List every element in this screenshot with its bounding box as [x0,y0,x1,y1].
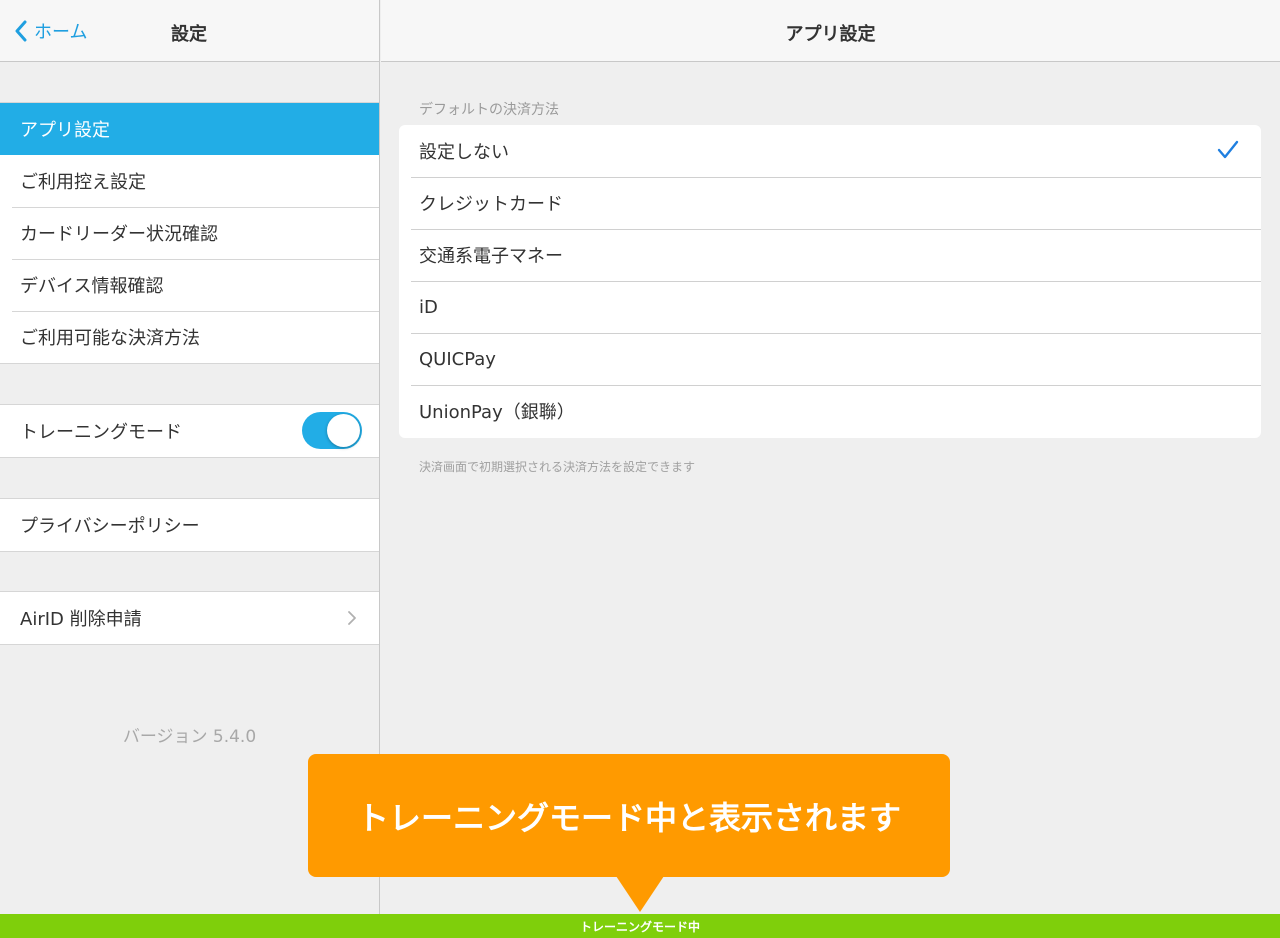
detail-title: アプリ設定 [785,24,876,45]
sidebar-title-text: 設定 [171,24,207,45]
chevron-left-icon [15,20,27,42]
back-label: ホーム [34,22,88,43]
payment-option-transit-emoney[interactable]: 交通系電子マネー [399,229,1261,281]
menu-item-receipt-settings[interactable]: ご利用控え設定 [0,155,379,207]
privacy-policy-item[interactable]: プライバシーポリシー [0,499,379,551]
airid-delete-item[interactable]: AirID 削除申請 [0,592,379,644]
training-mode-toggle[interactable] [302,412,362,449]
payment-option-quicpay[interactable]: QUICPay [399,333,1261,385]
toggle-knob [327,414,360,447]
menu-item-label: ご利用控え設定 [20,172,146,193]
payment-method-list: 設定しない クレジットカード 交通系電子マネー iD QUICPay Union… [399,125,1261,438]
airid-group: AirID 削除申請 [0,591,379,645]
sidebar-nav-bar: ホーム 設定 [0,0,379,62]
payment-option-label: 交通系電子マネー [419,246,563,267]
menu-item-label: アプリ設定 [20,120,110,141]
callout-text: トレーニングモード中と表示されます [356,798,901,837]
privacy-group: プライバシーポリシー [0,498,379,552]
menu-item-card-reader-status[interactable]: カードリーダー状況確認 [0,207,379,259]
training-mode-row: トレーニングモード [0,405,379,457]
payment-option-label: UnionPay（銀聯） [419,402,575,423]
training-mode-banner: トレーニングモード中 [0,914,1280,938]
privacy-policy-label: プライバシーポリシー [20,516,200,537]
menu-item-device-info[interactable]: デバイス情報確認 [0,259,379,311]
menu-item-available-payment-methods[interactable]: ご利用可能な決済方法 [0,311,379,363]
training-mode-label: トレーニングモード [20,422,182,443]
checkmark-icon [1217,140,1239,159]
payment-option-label: 設定しない [419,142,509,163]
menu-item-label: デバイス情報確認 [20,276,164,297]
payment-option-label: クレジットカード [419,194,563,215]
training-mode-banner-text: トレーニングモード中 [579,919,700,934]
airid-delete-label: AirID 削除申請 [20,609,142,630]
menu-item-label: ご利用可能な決済方法 [20,328,200,349]
back-button[interactable]: ホーム [14,18,87,44]
payment-option-none[interactable]: 設定しない [399,125,1261,177]
menu-item-app-settings[interactable]: アプリ設定 [0,103,379,155]
payment-option-label: QUICPay [419,348,496,370]
payment-option-label: iD [419,296,438,318]
menu-item-label: カードリーダー状況確認 [20,224,218,245]
sidebar-title: 設定 [171,20,208,46]
payment-option-unionpay[interactable]: UnionPay（銀聯） [399,385,1261,437]
detail-nav-bar: アプリ設定 [381,0,1280,62]
payment-option-id[interactable]: iD [399,281,1261,333]
chevron-right-icon [348,611,356,625]
version-label: バージョン 5.4.0 [122,727,257,747]
training-mode-callout: トレーニングモード中と表示されます [308,754,950,877]
payment-option-credit-card[interactable]: クレジットカード [399,177,1261,229]
section-header: デフォルトの決済方法 [419,102,559,118]
section-footer: 決済画面で初期選択される決済方法を設定できます [419,460,696,474]
callout-pointer [616,876,664,912]
settings-menu-group: アプリ設定 ご利用控え設定 カードリーダー状況確認 デバイス情報確認 ご利用可能… [0,102,379,364]
training-mode-group: トレーニングモード [0,404,379,458]
